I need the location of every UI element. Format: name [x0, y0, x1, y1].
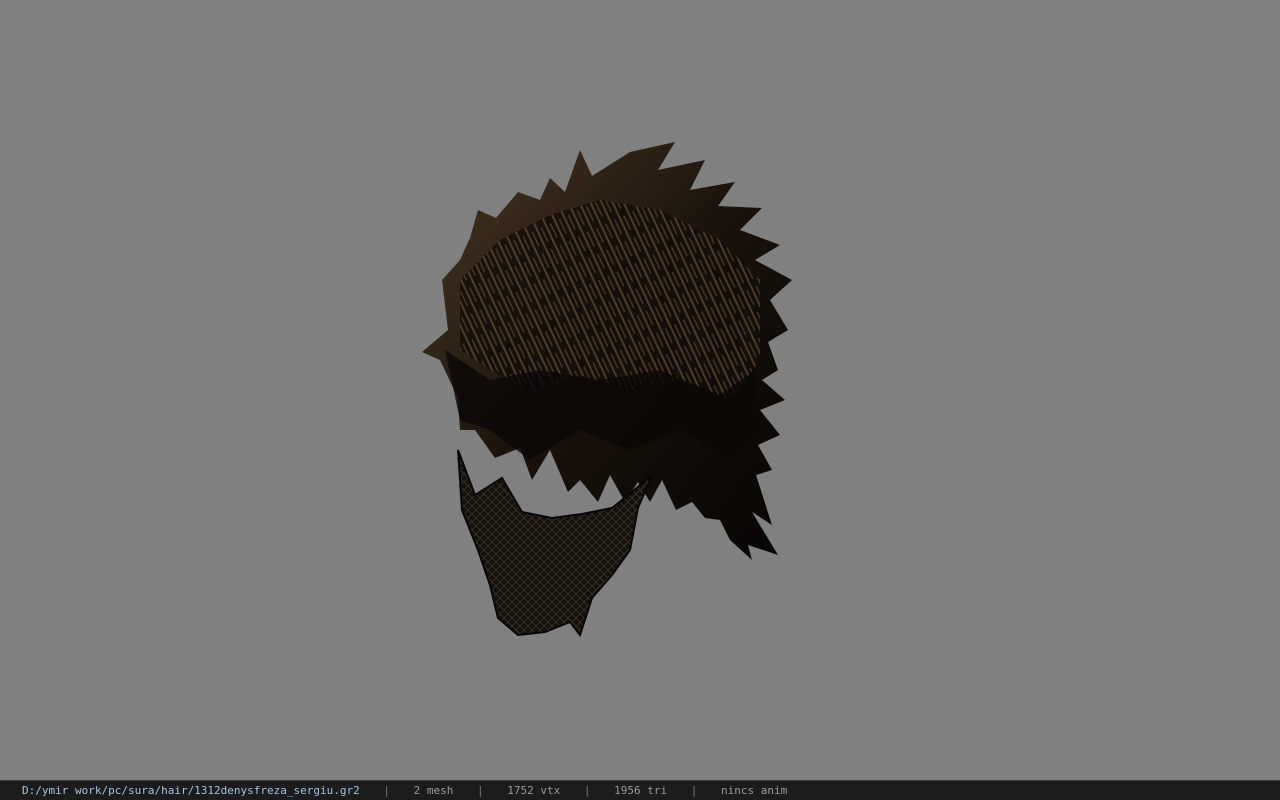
mesh-count-label: 2 mesh — [413, 784, 454, 797]
separator: | — [383, 784, 391, 797]
triangle-count-label: 1956 tri — [614, 784, 668, 797]
hair-model-render — [422, 142, 792, 638]
animation-status-label: nincs anim — [720, 784, 788, 797]
separator: | — [583, 784, 591, 797]
vertex-count-label: 1752 vtx — [507, 784, 561, 797]
file-path-label: D:/ymir work/pc/sura/hair/1312denysfreza… — [22, 784, 360, 797]
3d-viewport[interactable] — [0, 0, 1280, 780]
status-bar: D:/ymir work/pc/sura/hair/1312denysfreza… — [0, 780, 1280, 800]
separator: | — [690, 784, 698, 797]
separator: | — [477, 784, 484, 797]
